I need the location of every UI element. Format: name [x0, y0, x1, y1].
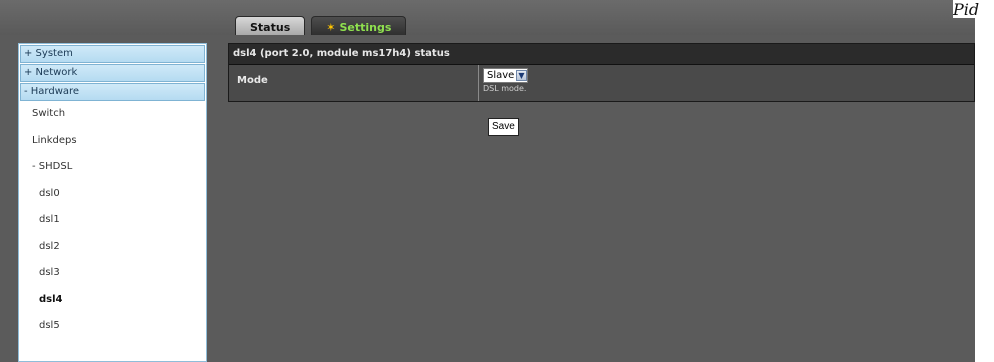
sidebar-item-linkdeps[interactable]: Linkdeps: [19, 128, 206, 155]
header-bar: [0, 0, 975, 35]
sidebar-item-switch[interactable]: Switch: [19, 101, 206, 128]
mode-row: Mode Slave ▼ DSL mode.: [229, 65, 974, 101]
status-panel: dsl4 (port 2.0, module ms17h4) status Mo…: [228, 43, 975, 102]
mode-select[interactable]: Slave ▼: [483, 68, 528, 83]
sidebar-item-shdsl[interactable]: - SHDSL: [19, 154, 206, 181]
sidebar: + System + Network - Hardware Switch Lin…: [18, 43, 207, 362]
sidebar-section-system[interactable]: + System: [20, 45, 205, 63]
star-icon: ✶: [326, 20, 336, 34]
sidebar-item-dsl2[interactable]: dsl2: [19, 234, 206, 261]
sidebar-item-dsl0[interactable]: dsl0: [19, 181, 206, 208]
tab-settings[interactable]: ✶ Settings: [311, 16, 407, 35]
tab-status[interactable]: Status: [235, 16, 306, 35]
mode-label: Mode: [229, 65, 479, 101]
corner-text: Pid: [953, 0, 994, 18]
sidebar-item-dsl3[interactable]: dsl3: [19, 260, 206, 287]
panel-title: dsl4 (port 2.0, module ms17h4) status: [229, 44, 974, 65]
sidebar-section-network[interactable]: + Network: [20, 64, 205, 82]
chevron-down-icon[interactable]: ▼: [516, 70, 527, 81]
tab-settings-label: Settings: [339, 20, 392, 34]
sidebar-item-dsl1[interactable]: dsl1: [19, 207, 206, 234]
mode-hint: DSL mode.: [483, 84, 527, 93]
sidebar-item-dsl4[interactable]: dsl4: [19, 287, 206, 314]
sidebar-item-dsl5[interactable]: dsl5: [19, 313, 206, 340]
tab-bar: Status ✶ Settings: [235, 16, 407, 35]
mode-value-cell: Slave ▼ DSL mode.: [479, 65, 974, 101]
tab-status-label: Status: [250, 20, 291, 34]
sidebar-section-hardware[interactable]: - Hardware: [20, 83, 205, 101]
save-button[interactable]: Save: [488, 118, 519, 136]
mode-select-value: Slave: [487, 70, 515, 81]
